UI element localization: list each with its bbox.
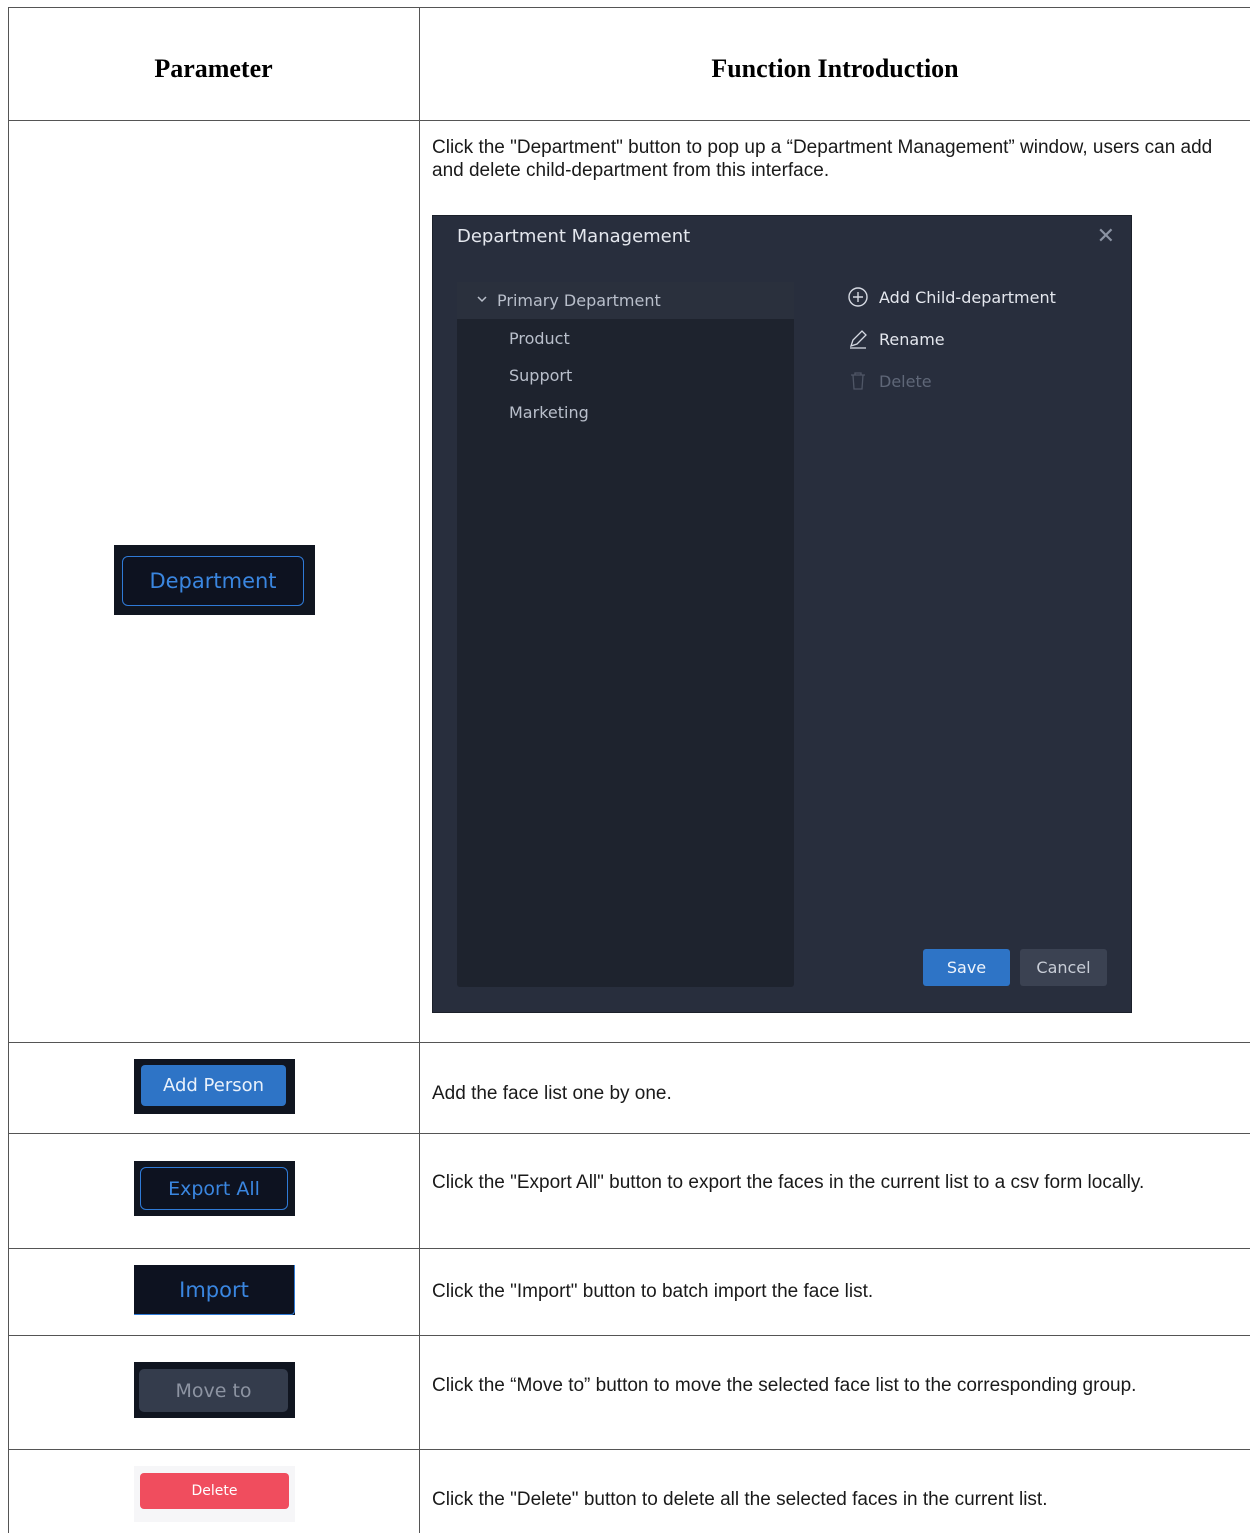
close-icon[interactable]: ✕ [1097,224,1115,249]
chevron-down-icon[interactable] [475,292,489,306]
header-function-introduction: Function Introduction [711,54,959,83]
pencil-icon [849,330,867,349]
save-button[interactable]: Save [923,949,1010,986]
header-parameter: Parameter [154,54,273,83]
dialog-title: Department Management [457,226,691,247]
move-to-button[interactable]: Move to [139,1369,288,1412]
add-person-button[interactable]: Add Person [141,1065,286,1106]
move-to-description: Click the “Move to” button to move the s… [432,1375,1137,1396]
tree-item-support[interactable]: Support [509,366,572,385]
department-button[interactable]: Department [122,556,304,606]
department-description: Click the "Department" button to pop up … [432,137,1213,181]
add-person-description: Add the face list one by one. [432,1083,672,1104]
department-tree: Primary Department Product Support Marke… [457,282,794,987]
delete-department-label: Delete [879,371,932,391]
tree-item-primary-department[interactable]: Primary Department [457,282,794,319]
tree-item-product[interactable]: Product [509,329,570,348]
import-description: Click the "Import" button to batch impor… [432,1281,874,1302]
export-all-button[interactable]: Export All [140,1167,288,1210]
plus-circle-icon [848,287,868,307]
tree-root-label: Primary Department [497,291,661,310]
delete-description: Click the "Delete" button to delete all … [432,1489,1048,1510]
rename-button[interactable]: Rename [847,328,945,350]
delete-department-button[interactable]: Delete [847,370,932,392]
export-all-description: Click the "Export All" button to export … [432,1172,1145,1193]
trash-icon [851,372,865,390]
delete-button[interactable]: Delete [140,1473,289,1509]
tree-item-marketing[interactable]: Marketing [509,403,589,422]
department-management-dialog: Department Management ✕ Primary Departme… [432,215,1132,1013]
add-child-department-button[interactable]: Add Child-department [847,286,1056,308]
add-child-department-label: Add Child-department [879,287,1056,307]
cancel-button[interactable]: Cancel [1020,949,1107,986]
import-button[interactable]: Import [134,1265,295,1315]
rename-label: Rename [879,329,945,349]
